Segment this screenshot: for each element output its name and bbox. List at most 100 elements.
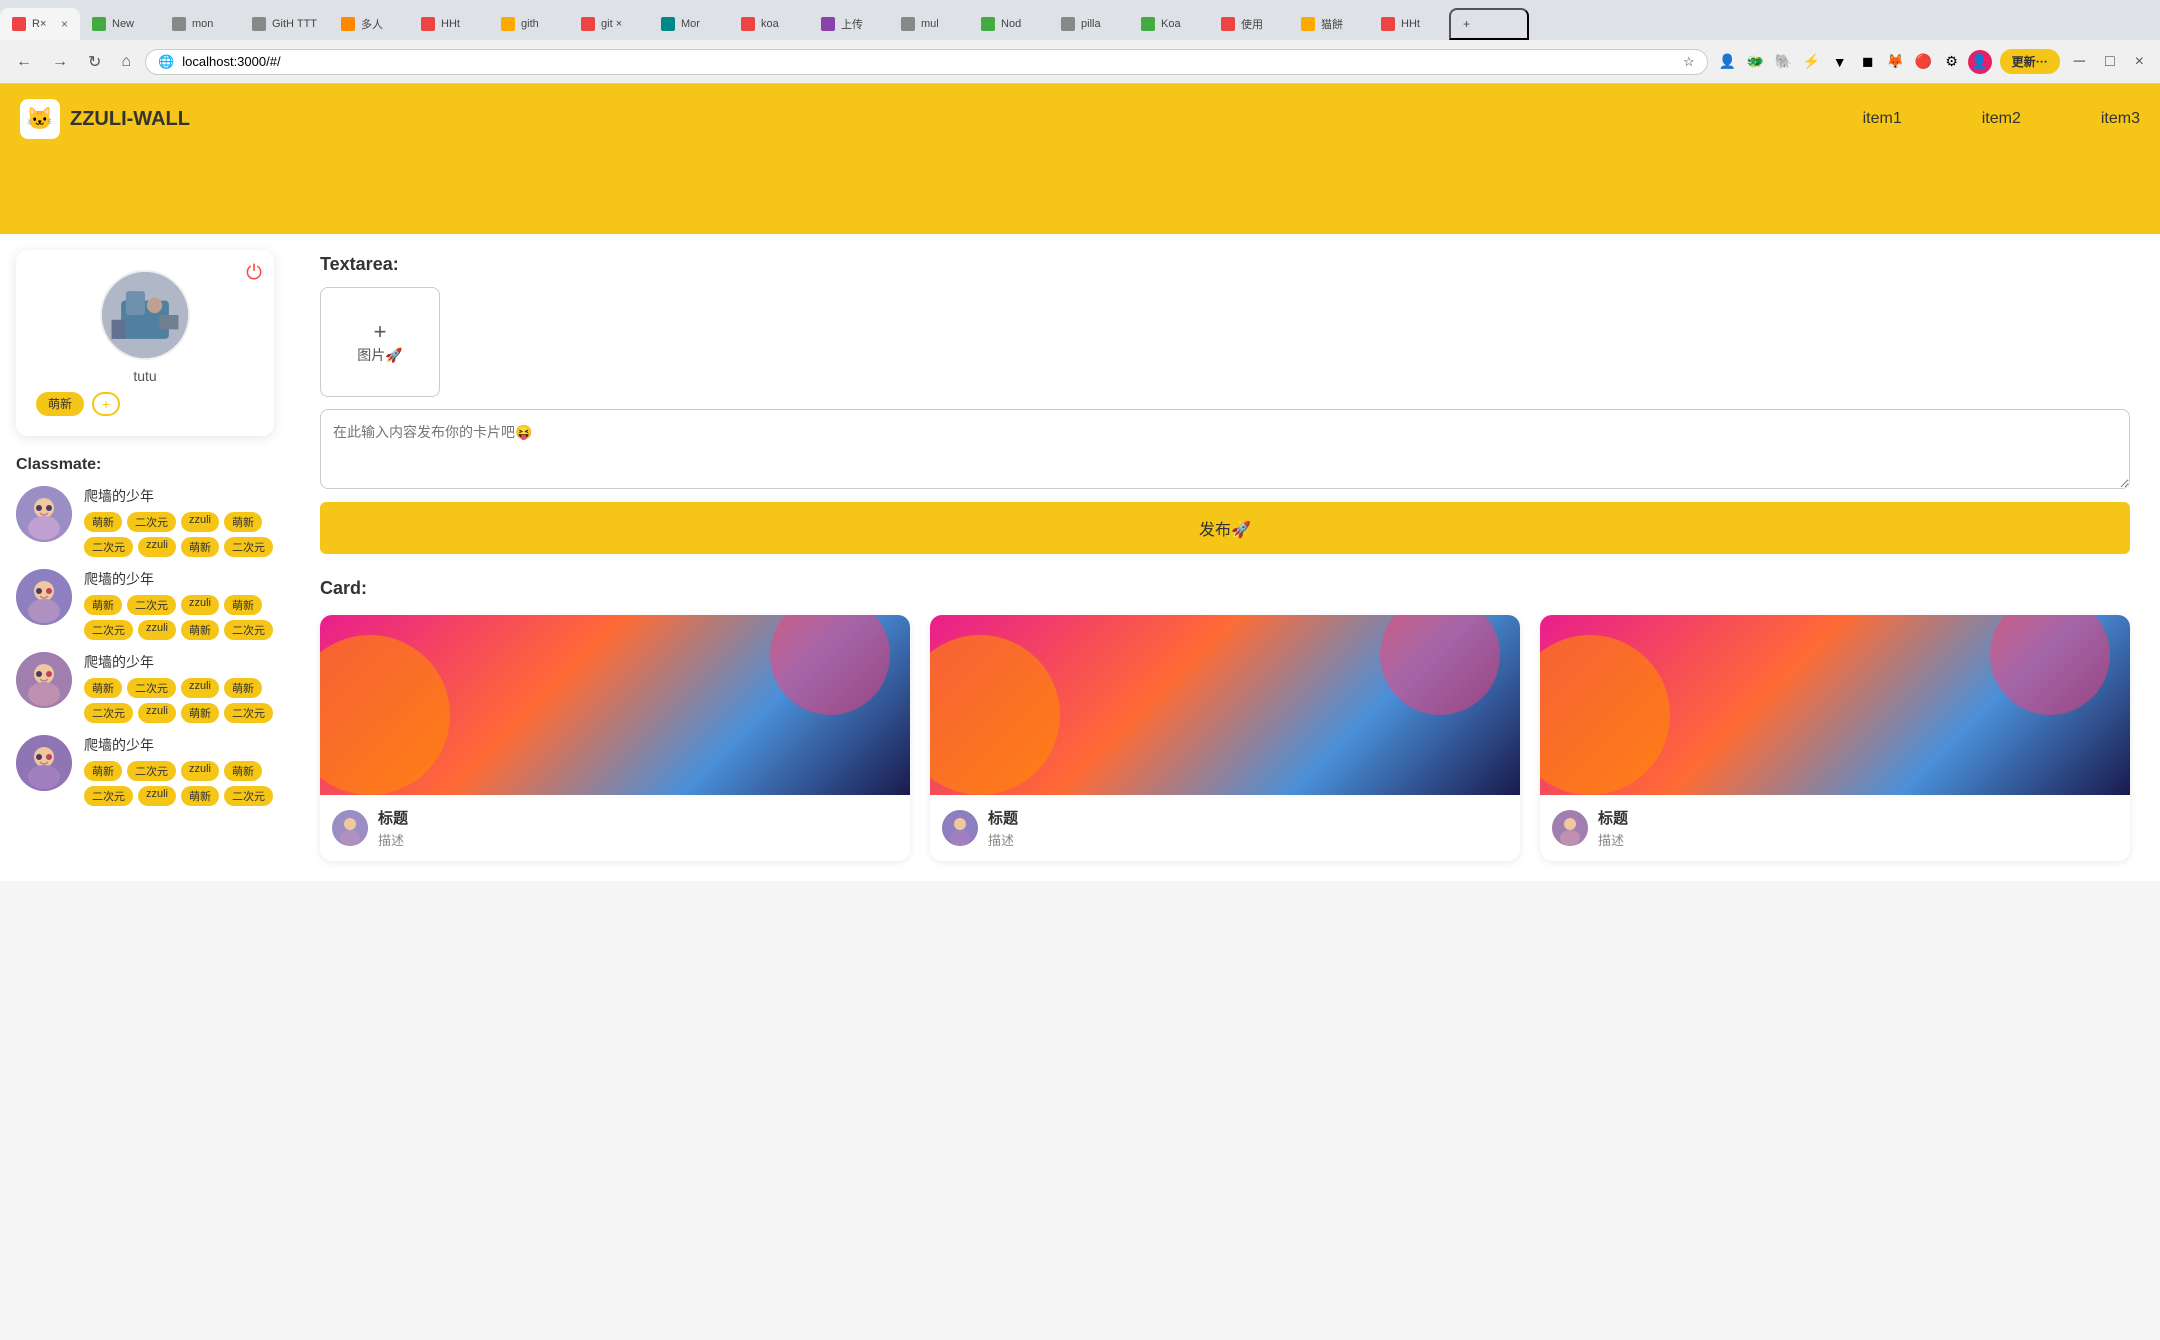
classmate-tag[interactable]: 二次元 bbox=[84, 537, 133, 557]
browser-tab-pilla[interactable]: pillа bbox=[1049, 8, 1129, 40]
classmate-tag[interactable]: zzuli bbox=[138, 703, 176, 723]
browser-tab-active[interactable]: R× × bbox=[0, 8, 80, 40]
extension-icon-6[interactable]: 🦊 bbox=[1884, 50, 1908, 74]
classmate-tag[interactable]: 二次元 bbox=[84, 620, 133, 640]
classmate-tag[interactable]: 萌新 bbox=[224, 761, 262, 781]
classmate-tag[interactable]: zzuli bbox=[138, 620, 176, 640]
card-avatar bbox=[332, 810, 368, 846]
classmate-list: 爬墙的少年 萌新 二次元 zzuli 萌新 二次元 zzuli 萌新 二次元 bbox=[16, 486, 274, 806]
classmate-tag[interactable]: 萌新 bbox=[181, 703, 219, 723]
back-button[interactable]: ← bbox=[10, 49, 38, 75]
classmate-tag[interactable]: zzuli bbox=[138, 537, 176, 557]
extension-icon-3[interactable]: ⚡ bbox=[1800, 50, 1824, 74]
tab-close-icon[interactable]: × bbox=[61, 17, 68, 31]
card-text: 标题 描述 bbox=[988, 807, 1018, 849]
classmate-tag[interactable]: zzuli bbox=[181, 678, 219, 698]
browser-tab-gith2[interactable]: gith bbox=[489, 8, 569, 40]
browser-tab-gitx[interactable]: git × bbox=[569, 8, 649, 40]
publish-button[interactable]: 发布🚀 bbox=[320, 502, 2130, 554]
classmate-tag[interactable]: zzuli bbox=[138, 786, 176, 806]
classmate-tag[interactable]: 二次元 bbox=[224, 620, 273, 640]
maximize-button[interactable]: □ bbox=[2099, 49, 2121, 75]
browser-tab-catcake[interactable]: 猫餅 bbox=[1289, 8, 1369, 40]
user-avatar-icon[interactable]: 👤 bbox=[1968, 50, 1992, 74]
classmate-tag[interactable]: 二次元 bbox=[127, 678, 176, 698]
update-button[interactable]: 更新⋯ bbox=[2000, 49, 2060, 74]
app: 🐱 ZZULI-WALL item1 item2 item3 ⏻ bbox=[0, 84, 2160, 1340]
tab-favicon bbox=[1301, 17, 1315, 31]
content-area: Textarea: + 图片🚀 发布🚀 Card: bbox=[290, 234, 2160, 881]
profile-icon[interactable]: 👤 bbox=[1716, 50, 1740, 74]
upload-label: 图片🚀 bbox=[357, 345, 402, 365]
settings-icon[interactable]: ⚙ bbox=[1940, 50, 1964, 74]
power-button[interactable]: ⏻ bbox=[246, 262, 262, 285]
classmate-tag[interactable]: 萌新 bbox=[84, 595, 122, 615]
browser-tab-mul[interactable]: mul bbox=[889, 8, 969, 40]
classmate-tag[interactable]: zzuli bbox=[181, 512, 219, 532]
classmate-tag[interactable]: zzuli bbox=[181, 595, 219, 615]
top-nav: 🐱 ZZULI-WALL item1 item2 item3 bbox=[0, 84, 2160, 154]
browser-tab-koa[interactable]: koa bbox=[729, 8, 809, 40]
nav-item-2[interactable]: item2 bbox=[1982, 110, 2021, 128]
browser-tab-github[interactable]: GitH TTT bbox=[240, 8, 329, 40]
tab-favicon bbox=[501, 17, 515, 31]
classmate-tag[interactable]: 萌新 bbox=[84, 761, 122, 781]
extension-icon-1[interactable]: 🐲 bbox=[1744, 50, 1768, 74]
image-upload-box[interactable]: + 图片🚀 bbox=[320, 287, 440, 397]
browser-tab-mon[interactable]: mon bbox=[160, 8, 240, 40]
browser-tab-upload[interactable]: 上传 bbox=[809, 8, 889, 40]
browser-tab-mor[interactable]: Mor bbox=[649, 8, 729, 40]
browser-tab-use[interactable]: 使用 bbox=[1209, 8, 1289, 40]
list-item: 爬墙的少年 萌新 二次元 zzuli 萌新 二次元 zzuli 萌新 二次元 bbox=[16, 486, 274, 557]
browser-tab-nod[interactable]: Nod bbox=[969, 8, 1049, 40]
classmate-tag[interactable]: zzuli bbox=[181, 761, 219, 781]
browser-chrome: R× × New mon GitH TTT 多人 HHt gith bbox=[0, 0, 2160, 84]
close-button[interactable]: × bbox=[2129, 49, 2150, 75]
classmate-tag[interactable]: 萌新 bbox=[181, 537, 219, 557]
classmate-tag[interactable]: 二次元 bbox=[224, 786, 273, 806]
classmate-avatar bbox=[16, 652, 72, 708]
extension-icon-4[interactable]: ▼ bbox=[1828, 50, 1852, 74]
browser-tab-new[interactable]: New bbox=[80, 8, 160, 40]
classmate-tag[interactable]: 萌新 bbox=[181, 620, 219, 640]
classmate-tag[interactable]: 二次元 bbox=[127, 512, 176, 532]
card-description: 描述 bbox=[378, 830, 408, 849]
post-textarea[interactable] bbox=[320, 409, 2130, 489]
address-bar[interactable]: 🌐 ☆ bbox=[145, 49, 1708, 75]
extension-icon-7[interactable]: 🔴 bbox=[1912, 50, 1936, 74]
classmate-tag[interactable]: 二次元 bbox=[224, 537, 273, 557]
logo-emoji: 🐱 bbox=[26, 106, 53, 132]
url-input[interactable] bbox=[182, 54, 1675, 69]
classmate-tag[interactable]: 萌新 bbox=[224, 512, 262, 532]
nav-item-3[interactable]: item3 bbox=[2101, 110, 2140, 128]
classmate-tag[interactable]: 萌新 bbox=[84, 678, 122, 698]
classmate-tag[interactable]: 二次元 bbox=[84, 786, 133, 806]
extension-icon-2[interactable]: 🐘 bbox=[1772, 50, 1796, 74]
home-button[interactable]: ⌂ bbox=[115, 49, 137, 75]
card-avatar bbox=[942, 810, 978, 846]
classmate-name: 爬墙的少年 bbox=[84, 735, 274, 755]
classmate-tag[interactable]: 萌新 bbox=[224, 678, 262, 698]
minimize-button[interactable]: ─ bbox=[2068, 49, 2091, 75]
nav-item-1[interactable]: item1 bbox=[1863, 110, 1902, 128]
classmate-tag[interactable]: 萌新 bbox=[181, 786, 219, 806]
classmate-tag[interactable]: 二次元 bbox=[224, 703, 273, 723]
browser-tab-koa2[interactable]: Koa bbox=[1129, 8, 1209, 40]
list-item: 爬墙的少年 萌新 二次元 zzuli 萌新 二次元 zzuli 萌新 二次元 bbox=[16, 569, 274, 640]
browser-tab-hht2[interactable]: HHt bbox=[1369, 8, 1449, 40]
profile-tag-mengxin[interactable]: 萌新 bbox=[36, 392, 84, 416]
tab-favicon bbox=[341, 17, 355, 31]
extension-icon-5[interactable]: ◼ bbox=[1856, 50, 1880, 74]
browser-tab-multi[interactable]: 多人 bbox=[329, 8, 409, 40]
browser-tab-hht[interactable]: HHt bbox=[409, 8, 489, 40]
bookmark-icon[interactable]: ☆ bbox=[1683, 54, 1695, 70]
add-tag-button[interactable]: + bbox=[92, 392, 120, 416]
classmate-tag[interactable]: 萌新 bbox=[224, 595, 262, 615]
classmate-tag[interactable]: 二次元 bbox=[127, 595, 176, 615]
new-tab-button[interactable]: + bbox=[1449, 8, 1529, 40]
reload-button[interactable]: ↻ bbox=[82, 48, 107, 76]
forward-button[interactable]: → bbox=[46, 49, 74, 75]
classmate-tag[interactable]: 二次元 bbox=[84, 703, 133, 723]
classmate-tag[interactable]: 萌新 bbox=[84, 512, 122, 532]
classmate-tag[interactable]: 二次元 bbox=[127, 761, 176, 781]
